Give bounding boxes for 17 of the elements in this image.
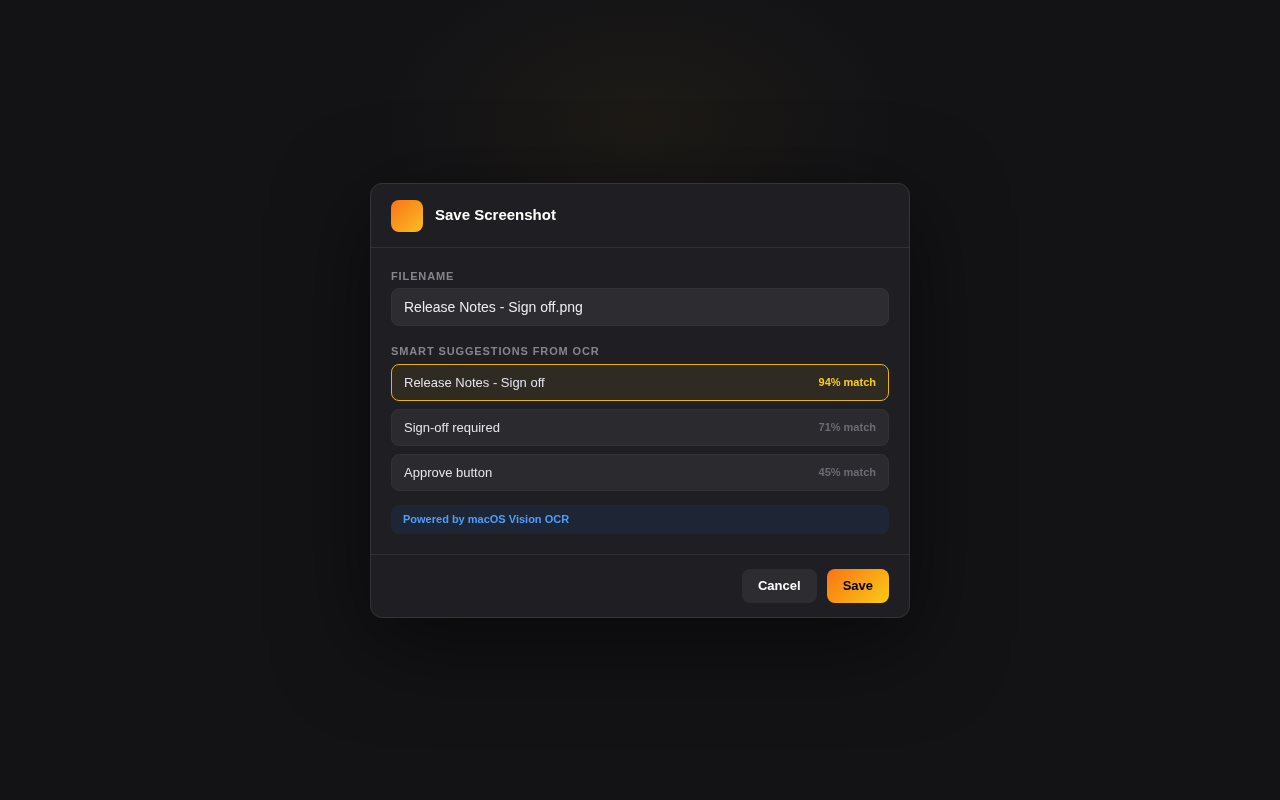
match-score: 71% match (818, 420, 876, 436)
section-label: SMART SUGGESTIONS FROM OCR (391, 344, 601, 358)
app-icon (391, 199, 423, 232)
filename-input[interactable]: Release Notes - Sign off.png (391, 288, 889, 326)
powered-by-text: Powered by macOS Vision OCR (403, 512, 570, 528)
suggestion-item[interactable]: Release Notes - Sign off 94% match (391, 364, 889, 401)
cancel-button[interactable]: Cancel (742, 569, 817, 603)
suggestion-text: Sign-off required (404, 418, 500, 437)
suggestion-text: Approve button (404, 463, 493, 482)
dialog-title: Save Screenshot (435, 205, 556, 226)
suggestion-item[interactable]: Approve button 45% match (391, 454, 889, 491)
suggestion-text: Release Notes - Sign off (404, 373, 545, 392)
match-score: 94% match (818, 375, 876, 391)
match-score: 45% match (818, 465, 876, 481)
field-label: FILENAME (391, 269, 456, 283)
save-button[interactable]: Save (826, 569, 889, 603)
suggestion-item[interactable]: Sign-off required 71% match (391, 409, 889, 446)
